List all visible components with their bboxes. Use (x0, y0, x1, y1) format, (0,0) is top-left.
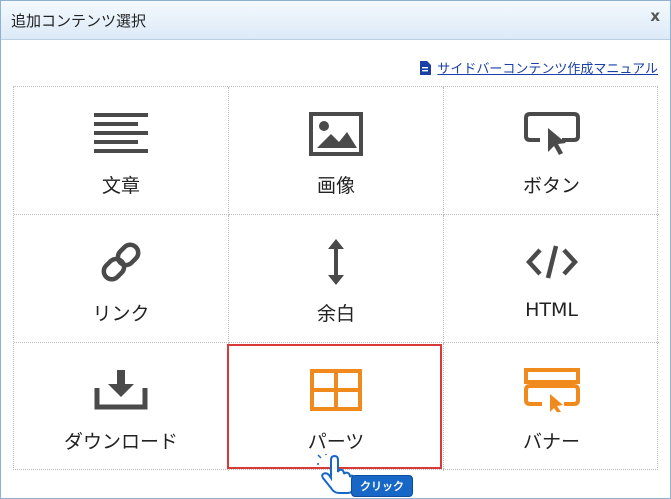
content-option-banner[interactable]: バナー (444, 343, 659, 471)
image-icon (309, 112, 363, 156)
content-option-html[interactable]: HTML (444, 215, 659, 343)
content-option-spacing[interactable]: 余白 (229, 215, 444, 343)
vertical-spacing-icon (328, 239, 344, 285)
download-icon (94, 370, 148, 410)
content-option-button[interactable]: ボタン (444, 87, 659, 215)
content-option-label: ダウンロード (63, 431, 178, 453)
content-option-image[interactable]: 画像 (229, 87, 444, 215)
manual-link[interactable]: サイドバーコンテンツ作成マニュアル (419, 58, 658, 77)
text-lines-icon (94, 113, 148, 153)
content-option-label: リンク (92, 303, 150, 325)
content-option-text[interactable]: 文章 (14, 87, 229, 215)
document-icon (420, 60, 432, 75)
dialog-titlebar: 追加コンテンツ選択 x (1, 1, 670, 40)
content-option-label: 画像 (316, 175, 355, 197)
content-option-label: 余白 (316, 303, 355, 325)
content-option-label: バナー (522, 431, 580, 453)
content-select-dialog: 追加コンテンツ選択 x サイドバーコンテンツ作成マニュアル 文章 画像 ボタン … (0, 0, 671, 499)
content-option-download[interactable]: ダウンロード (14, 343, 229, 471)
button-cursor-icon (523, 112, 580, 155)
code-icon (525, 245, 578, 279)
content-option-label: ボタン (522, 175, 580, 197)
content-option-label: HTML (525, 299, 578, 321)
click-hint-badge: クリック (351, 475, 413, 497)
link-icon (101, 242, 141, 282)
content-option-label: 文章 (101, 175, 140, 197)
highlight-box (227, 344, 442, 469)
content-option-link[interactable]: リンク (14, 215, 229, 343)
dialog-title: 追加コンテンツ選択 (11, 12, 147, 30)
manual-link-label: サイドバーコンテンツ作成マニュアル (437, 62, 658, 77)
banner-icon (523, 368, 580, 412)
close-button[interactable]: x (650, 7, 660, 25)
